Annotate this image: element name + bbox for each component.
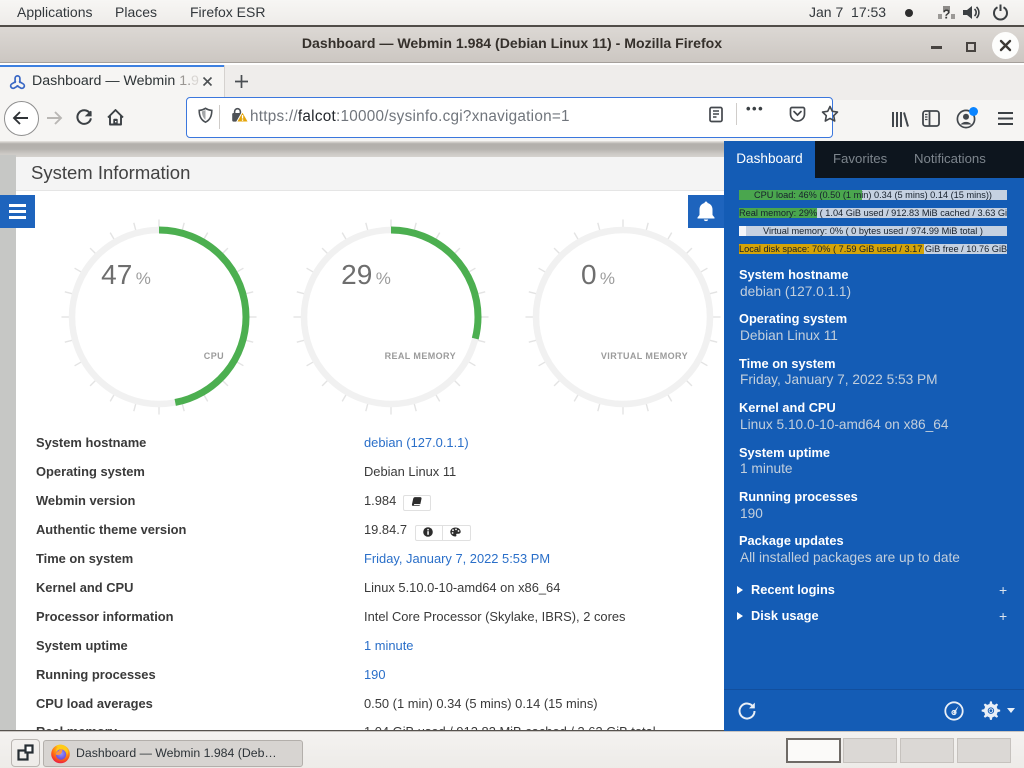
- svg-text:?: ?: [943, 7, 951, 22]
